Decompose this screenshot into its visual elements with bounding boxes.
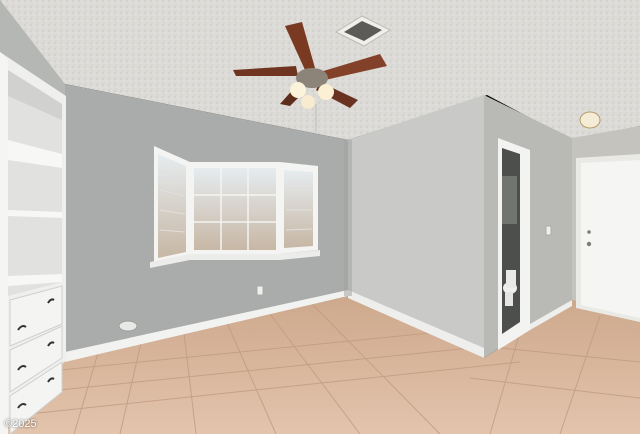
front-door [576,154,640,322]
light-switch [545,225,552,236]
built-in-shelves [0,52,66,434]
bay-window [150,146,320,268]
door-knob [586,241,592,247]
copyright-watermark: ©2025 [4,418,37,430]
floor-vent [118,320,138,332]
room-photo [0,0,640,434]
fan-light [318,84,334,100]
hallway-opening [498,138,530,350]
fan-light [290,82,306,98]
wall-outlet [256,285,264,296]
fan-light [301,95,315,109]
hall-ceiling-light [579,111,601,129]
door-deadbolt [587,230,591,234]
